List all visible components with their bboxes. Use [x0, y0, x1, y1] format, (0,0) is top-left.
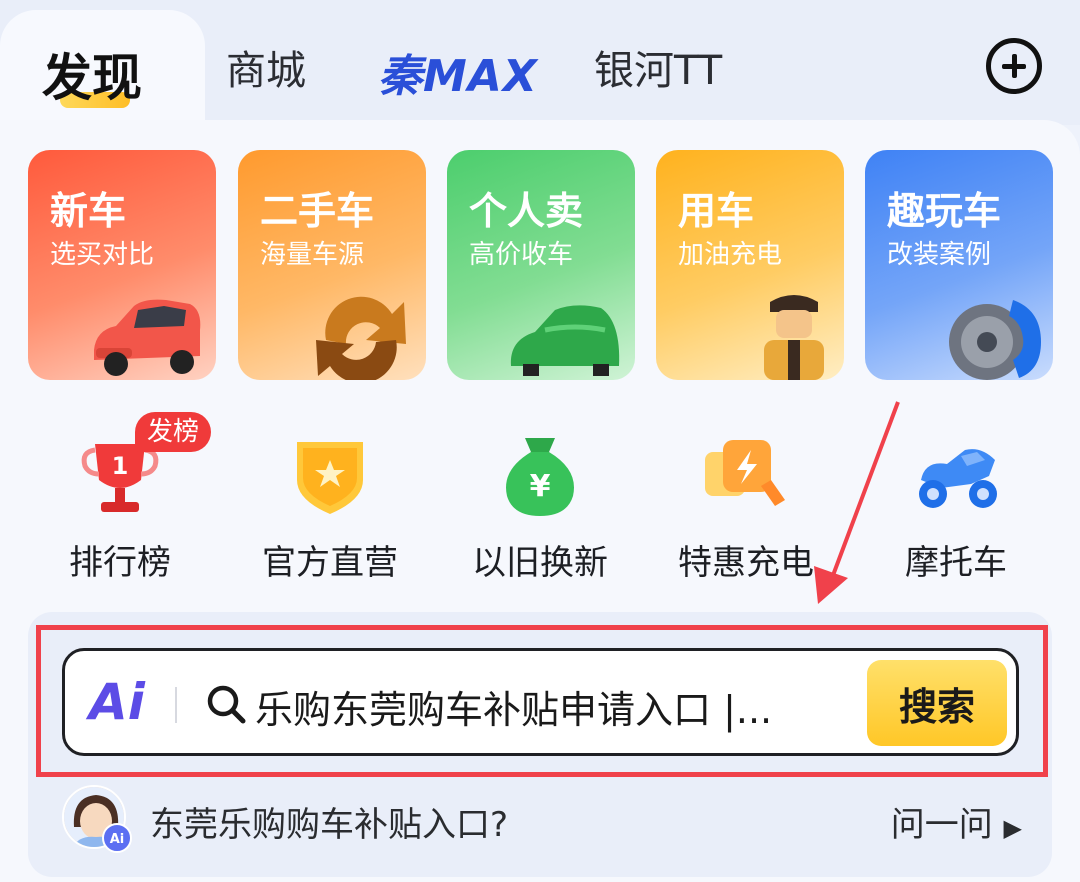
- card-title: 个人卖: [469, 189, 584, 233]
- ask-question: 东莞乐购购车补贴入口?: [150, 805, 509, 845]
- play-arrow-icon: ▶: [1003, 814, 1022, 842]
- search-icon: [207, 685, 246, 724]
- quick-discount-charging[interactable]: 特惠充电: [656, 425, 836, 585]
- card-title: 趣玩车: [887, 189, 1002, 233]
- tab-mall[interactable]: 商城: [226, 38, 306, 96]
- tab-qin-max[interactable]: 秦MAX: [378, 40, 538, 104]
- top-tab-bar: 发现 商城 秦MAX 银河TT: [0, 0, 1080, 130]
- motorcycle-icon: [919, 449, 997, 508]
- charging-icon: [705, 440, 785, 506]
- quick-official-store[interactable]: 官方直营: [240, 425, 420, 585]
- covered-car-icon: [510, 305, 620, 376]
- service-person-icon: [764, 295, 824, 380]
- svg-text:1: 1: [112, 452, 129, 480]
- ask-link-label: 问一问: [890, 805, 993, 845]
- card-subtitle: 海量车源: [260, 240, 365, 270]
- ai-badge-icon: Ai: [102, 823, 132, 853]
- exchange-arrows-icon: [316, 296, 406, 380]
- card-subtitle: 高价收车: [469, 240, 574, 270]
- ranking-badge: 发榜: [135, 412, 212, 452]
- quick-trade-in[interactable]: ¥ 以旧换新: [450, 425, 630, 585]
- card-title: 二手车: [260, 189, 375, 233]
- quick-label: 排行榜: [69, 543, 171, 583]
- card-title: 用车: [678, 189, 755, 233]
- card-used-car[interactable]: 二手车 海量车源: [238, 150, 426, 380]
- shield-star-icon: [297, 442, 363, 514]
- card-new-car[interactable]: 新车 选买对比: [28, 150, 216, 380]
- card-subtitle: 改装案例: [887, 240, 992, 270]
- add-button[interactable]: [986, 38, 1042, 94]
- card-subtitle: 加油充电: [678, 240, 783, 270]
- search-bar[interactable]: Ai 乐购东莞购车补贴申请入口 |... 搜索: [62, 648, 1019, 756]
- card-sell-car[interactable]: 个人卖 高价收车: [447, 150, 635, 380]
- search-input[interactable]: 乐购东莞购车补贴申请入口 |...: [255, 679, 772, 734]
- card-title: 新车: [50, 189, 127, 233]
- money-bag-icon: ¥: [506, 438, 574, 516]
- quick-label: 官方直营: [262, 543, 398, 583]
- svg-text:¥: ¥: [530, 469, 551, 504]
- red-car-icon: [94, 299, 201, 376]
- tab-discover[interactable]: 发现: [42, 38, 142, 110]
- card-subtitle: 选买对比: [50, 240, 155, 270]
- ask-link[interactable]: 问一问 ▶: [891, 797, 1022, 846]
- ask-row[interactable]: Ai 东莞乐购购车补贴入口? 问一问 ▶: [62, 785, 1022, 855]
- quick-label: 摩托车: [905, 543, 1007, 583]
- quick-motorcycle[interactable]: 摩托车: [866, 425, 1046, 585]
- divider: [175, 687, 177, 723]
- search-button[interactable]: 搜索: [867, 660, 1007, 746]
- svg-text:Ai: Ai: [110, 832, 125, 847]
- card-use-car[interactable]: 用车 加油充电: [656, 150, 844, 380]
- quick-label: 特惠充电: [678, 543, 814, 583]
- ai-logo: Ai: [89, 673, 145, 731]
- brake-disc-icon: [949, 300, 1041, 380]
- card-fun-car[interactable]: 趣玩车 改装案例: [865, 150, 1053, 380]
- quick-label: 以旧换新: [472, 543, 608, 583]
- tab-galaxy-tt[interactable]: 银河TT: [594, 38, 722, 96]
